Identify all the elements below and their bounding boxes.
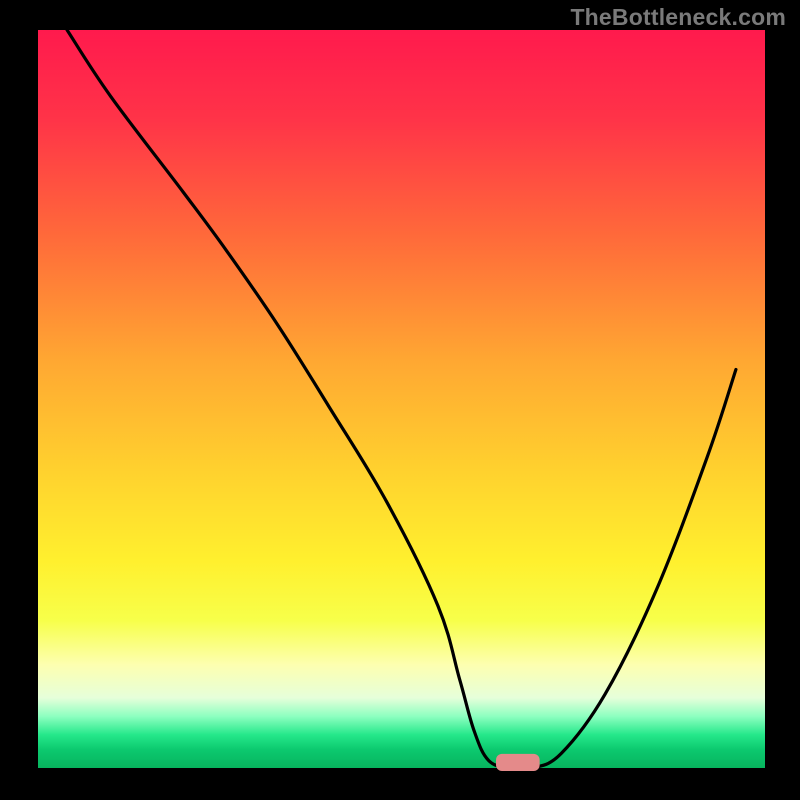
chart-stage: TheBottleneck.com <box>0 0 800 800</box>
plot-background <box>38 30 765 768</box>
optimal-marker <box>496 754 540 771</box>
bottleneck-chart <box>0 0 800 800</box>
watermark-text: TheBottleneck.com <box>570 4 786 31</box>
